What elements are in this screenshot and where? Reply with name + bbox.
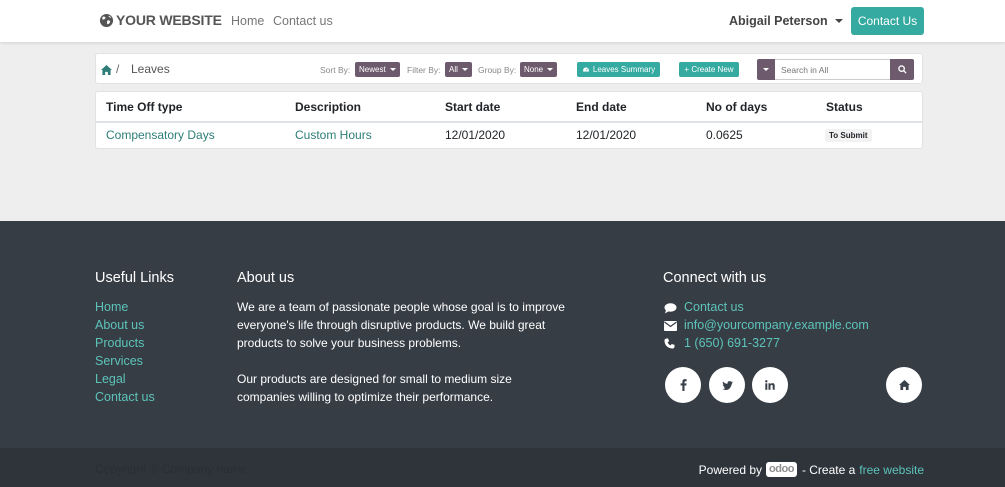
home-icon[interactable] bbox=[886, 367, 922, 403]
chevron-down-icon bbox=[461, 68, 468, 71]
about-line: everyone's life through disruptive produ… bbox=[237, 318, 546, 332]
sort-label: Sort By: bbox=[320, 65, 351, 75]
search-button[interactable] bbox=[890, 59, 914, 80]
contact-us-link[interactable]: Contact us bbox=[684, 300, 744, 314]
filter-dropdown[interactable]: All bbox=[445, 62, 472, 77]
navbar: YOUR WEBSITE Home Contact us Abigail Pet… bbox=[0, 0, 1005, 42]
cell-start: 12/01/2020 bbox=[445, 128, 506, 142]
filter-label: Filter By: bbox=[407, 65, 441, 75]
cell-description[interactable]: Custom Hours bbox=[295, 128, 372, 142]
dashboard-icon bbox=[582, 66, 590, 73]
footer-link-legal[interactable]: Legal bbox=[95, 372, 126, 386]
connect-title: Connect with us bbox=[663, 270, 767, 286]
cell-days: 0.0625 bbox=[706, 128, 743, 142]
col-header-start: Start date bbox=[445, 100, 501, 114]
group-dropdown[interactable]: None bbox=[520, 62, 558, 77]
breadcrumb: / Leaves Sort By: Newest Filter By: All … bbox=[95, 53, 923, 84]
col-header-type: Time Off type bbox=[106, 100, 183, 114]
search-icon bbox=[897, 65, 907, 74]
powered-by-label: Powered by bbox=[698, 462, 763, 477]
status-badge: To Submit bbox=[825, 129, 872, 142]
nav-contact-us[interactable]: Contact us bbox=[273, 14, 333, 28]
user-name: Abigail Peterson bbox=[729, 14, 828, 28]
useful-links-title: Useful Links bbox=[95, 270, 174, 286]
chevron-down-icon bbox=[834, 19, 843, 23]
footer: Useful Links Home About us Products Serv… bbox=[0, 221, 1005, 448]
cell-type[interactable]: Compensatory Days bbox=[106, 128, 215, 142]
brand-logo[interactable]: YOUR WEBSITE bbox=[99, 12, 222, 28]
about-paragraph-1: We are a team of passionate people whose… bbox=[237, 298, 565, 352]
twitter-icon[interactable] bbox=[709, 367, 745, 403]
search-input[interactable] bbox=[775, 59, 890, 80]
col-header-status: Status bbox=[826, 100, 863, 114]
footer-link-about[interactable]: About us bbox=[95, 318, 144, 332]
chevron-down-icon bbox=[547, 68, 554, 71]
group-value: None bbox=[524, 65, 544, 74]
col-header-description: Description bbox=[295, 100, 362, 114]
leaves-summary-label: Leaves Summary bbox=[592, 65, 656, 74]
globe-icon bbox=[99, 13, 114, 27]
leaves-summary-button[interactable]: Leaves Summary bbox=[577, 62, 660, 77]
about-line: We are a team of passionate people whose… bbox=[237, 300, 565, 314]
leaves-table: Time Off type Description Start date End… bbox=[95, 91, 923, 149]
home-icon[interactable] bbox=[101, 63, 112, 78]
envelope-icon bbox=[664, 321, 677, 331]
email-link[interactable]: info@yourcompany.example.com bbox=[684, 318, 869, 332]
col-header-end: End date bbox=[576, 100, 627, 114]
col-header-days: No of days bbox=[706, 100, 768, 114]
powered-by: Powered by odoo - Create a free website bbox=[699, 462, 924, 477]
facebook-icon[interactable] bbox=[665, 367, 701, 403]
search-group bbox=[757, 59, 914, 80]
about-title: About us bbox=[237, 270, 295, 286]
cell-end: 12/01/2020 bbox=[576, 128, 637, 142]
table-header-divider bbox=[96, 121, 922, 123]
group-label: Group By: bbox=[478, 65, 517, 75]
copyright-bar: Copyright © Company name Powered by odoo… bbox=[0, 448, 1005, 487]
about-line: products to solve your business problems… bbox=[237, 336, 462, 350]
contact-us-button[interactable]: Contact Us bbox=[851, 7, 924, 35]
search-filter-dropdown[interactable] bbox=[757, 59, 775, 80]
create-a-label: - Create a bbox=[801, 462, 856, 477]
footer-link-services[interactable]: Services bbox=[95, 354, 143, 368]
sort-dropdown[interactable]: Newest bbox=[355, 62, 400, 77]
breadcrumb-current: Leaves bbox=[131, 62, 170, 76]
sort-value: Newest bbox=[359, 65, 386, 74]
odoo-logo[interactable]: odoo bbox=[766, 462, 797, 477]
filter-value: All bbox=[449, 65, 458, 74]
footer-link-home[interactable]: Home bbox=[95, 300, 128, 314]
phone-icon bbox=[664, 338, 675, 349]
footer-link-contact[interactable]: Contact us bbox=[95, 390, 155, 404]
brand-text: YOUR WEBSITE bbox=[116, 12, 222, 28]
copyright-text: Copyright © Company name bbox=[95, 462, 247, 476]
chevron-down-icon bbox=[389, 68, 396, 71]
create-new-button[interactable]: + Create New bbox=[679, 62, 739, 77]
user-dropdown[interactable]: Abigail Peterson bbox=[729, 14, 843, 28]
phone-link[interactable]: 1 (650) 691-3277 bbox=[684, 336, 780, 350]
free-website-link[interactable]: free website bbox=[859, 463, 924, 477]
about-paragraph-2: Our products are designed for small to m… bbox=[237, 370, 512, 406]
linkedin-icon[interactable] bbox=[752, 367, 788, 403]
breadcrumb-separator: / bbox=[116, 62, 120, 76]
footer-link-products[interactable]: Products bbox=[95, 336, 144, 350]
about-line: companies willing to optimize their perf… bbox=[237, 390, 494, 404]
chevron-down-icon bbox=[763, 68, 769, 71]
comment-icon bbox=[664, 303, 677, 314]
about-line: Our products are designed for small to m… bbox=[237, 372, 512, 386]
nav-home[interactable]: Home bbox=[231, 14, 264, 28]
